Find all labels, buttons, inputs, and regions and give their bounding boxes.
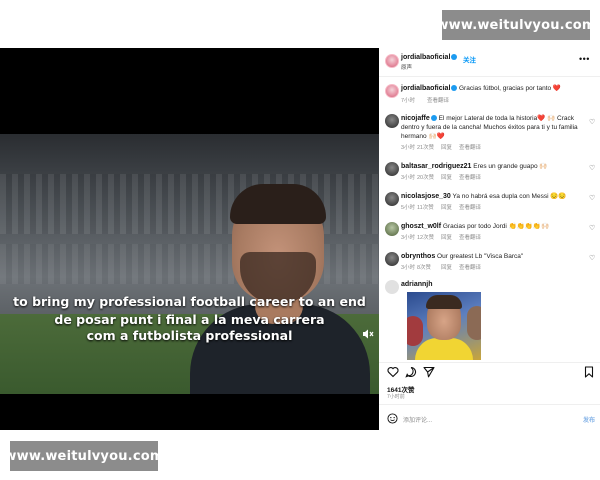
- subtitle-catalan-line2: com a futbolista professional: [86, 328, 293, 343]
- comment-reply-link[interactable]: 回复: [441, 173, 452, 181]
- caption-avatar[interactable]: [385, 84, 399, 98]
- heart-icon[interactable]: [387, 366, 399, 378]
- person-hair: [230, 184, 326, 224]
- comment-body: obrynthos Our greatest Lb "Visca Barca": [401, 252, 581, 261]
- comment-avatar[interactable]: [385, 252, 399, 266]
- follow-button[interactable]: 关注: [463, 54, 476, 64]
- comment-reply-link[interactable]: 回复: [441, 233, 452, 241]
- caption-time: 7小时: [401, 98, 416, 104]
- send-icon[interactable]: [423, 366, 435, 378]
- comment-time: 5小时: [401, 205, 416, 211]
- comment-username[interactable]: adriannjh: [401, 281, 433, 288]
- image-hair: [426, 295, 462, 309]
- image-left-figure: [407, 316, 423, 346]
- comment-likes[interactable]: 20次赞: [417, 173, 434, 181]
- comment-reply-link[interactable]: 回复: [441, 263, 452, 271]
- bookmark-icon[interactable]: [583, 366, 595, 378]
- comment-avatar[interactable]: [385, 222, 399, 236]
- comment-reply-link[interactable]: 回复: [441, 143, 452, 151]
- image-right-figure: [467, 306, 481, 340]
- author-avatar[interactable]: [385, 54, 399, 68]
- comment-likes[interactable]: 11次赞: [417, 203, 434, 211]
- audio-label[interactable]: 原声: [401, 63, 412, 71]
- comment-reply-link[interactable]: 回复: [441, 203, 452, 211]
- comment-body: nicojaffe El mejor Lateral de toda la hi…: [401, 114, 581, 141]
- comment-translate-link[interactable]: 查看翻译: [459, 233, 481, 241]
- comment-time: 3小时: [401, 145, 416, 151]
- comment-avatar[interactable]: [385, 114, 399, 128]
- author-username-text: jordialbaoficial: [401, 54, 451, 61]
- caption-username[interactable]: jordialbaoficial: [401, 85, 458, 92]
- comment-username[interactable]: nicojaffe: [401, 115, 430, 122]
- comment-avatar[interactable]: [385, 280, 399, 294]
- add-comment-bar: 添加评论... 发布: [379, 408, 600, 430]
- more-horizontal-icon[interactable]: •••: [579, 54, 590, 64]
- comment-avatar[interactable]: [385, 162, 399, 176]
- emoji-icon[interactable]: [387, 413, 398, 424]
- comment-icon[interactable]: [405, 366, 417, 378]
- subtitle-english: to bring my professional football career…: [13, 294, 366, 309]
- comment-body: baltasar_rodriguez21 Eres un grande guap…: [401, 162, 581, 171]
- add-comment-input[interactable]: 添加评论...: [403, 415, 432, 424]
- comment-time: 3小时: [401, 175, 416, 181]
- video-player[interactable]: to bring my professional football career…: [0, 48, 379, 430]
- comment-likes[interactable]: 12次赞: [417, 233, 434, 241]
- comment-text: Ya no habrá esa dupla con Messi 😔😔: [452, 193, 567, 200]
- comment-username[interactable]: nicolasjose_30: [401, 193, 451, 200]
- caption-translate-link[interactable]: 查看翻译: [427, 96, 449, 104]
- comment-translate-link[interactable]: 查看翻译: [459, 263, 481, 271]
- comment-heart-icon[interactable]: ♡: [589, 164, 595, 172]
- comment-body: ghoszt_w0lf Gracias por todo Jordi 👏👏👏👏🙌…: [401, 222, 581, 231]
- comment-time: 3小时: [401, 265, 416, 271]
- comment-likes[interactable]: 21次赞: [417, 143, 434, 151]
- divider: [379, 362, 600, 363]
- post-panel: jordialbaoficial 关注 原声 ••• jordialbaofic…: [379, 48, 600, 430]
- comment-text: Our greatest Lb "Visca Barca": [437, 253, 524, 260]
- verified-badge-icon: [451, 85, 458, 92]
- caption-text: Gracias fútbol, gracias por tanto ❤️: [459, 85, 562, 92]
- comment-translate-link[interactable]: 查看翻译: [459, 203, 481, 211]
- comment-translate-link[interactable]: 查看翻译: [459, 173, 481, 181]
- divider: [379, 76, 600, 77]
- verified-badge-icon: [430, 115, 437, 122]
- caption-username-text: jordialbaoficial: [401, 85, 451, 92]
- verified-badge-icon: [451, 54, 458, 61]
- comment-likes[interactable]: 8次赞: [417, 263, 431, 271]
- comment-body: nicolasjose_30 Ya no habrá esa dupla con…: [401, 192, 581, 201]
- comment-heart-icon[interactable]: ♡: [589, 224, 595, 232]
- post-date: 7小时前: [387, 394, 405, 400]
- screenshot-stage: to bring my professional football career…: [0, 0, 600, 480]
- muted-speaker-icon[interactable]: [362, 328, 374, 340]
- watermark-top: www.weitulvyou.com: [436, 10, 595, 40]
- watermark-bottom: www.weitulvyou.com: [4, 441, 163, 471]
- video-frame: [0, 134, 379, 394]
- comment-time: 3小时: [401, 235, 416, 241]
- subtitle-catalan-line1: de posar punt i final a la meva carrera: [54, 312, 325, 327]
- comment-username[interactable]: baltasar_rodriguez21: [401, 163, 471, 170]
- comment-image[interactable]: [407, 292, 481, 360]
- comment-heart-icon[interactable]: ♡: [589, 194, 595, 202]
- comment-translate-link[interactable]: 查看翻译: [459, 143, 481, 151]
- post-comment-button[interactable]: 发布: [583, 415, 595, 424]
- comment-text: Eres un grande guapo 🙌🏻: [473, 163, 548, 170]
- comment-heart-icon[interactable]: ♡: [589, 254, 595, 262]
- comment-username[interactable]: obrynthos: [401, 253, 435, 260]
- author-username[interactable]: jordialbaoficial: [401, 54, 458, 61]
- action-bar: [379, 366, 600, 380]
- comment-heart-icon[interactable]: ♡: [589, 118, 595, 126]
- comment-avatar[interactable]: [385, 192, 399, 206]
- divider: [379, 404, 600, 405]
- comment-username[interactable]: ghoszt_w0lf: [401, 223, 441, 230]
- comment-text: Gracias por todo Jordi 👏👏👏👏🙌🏻: [442, 223, 550, 230]
